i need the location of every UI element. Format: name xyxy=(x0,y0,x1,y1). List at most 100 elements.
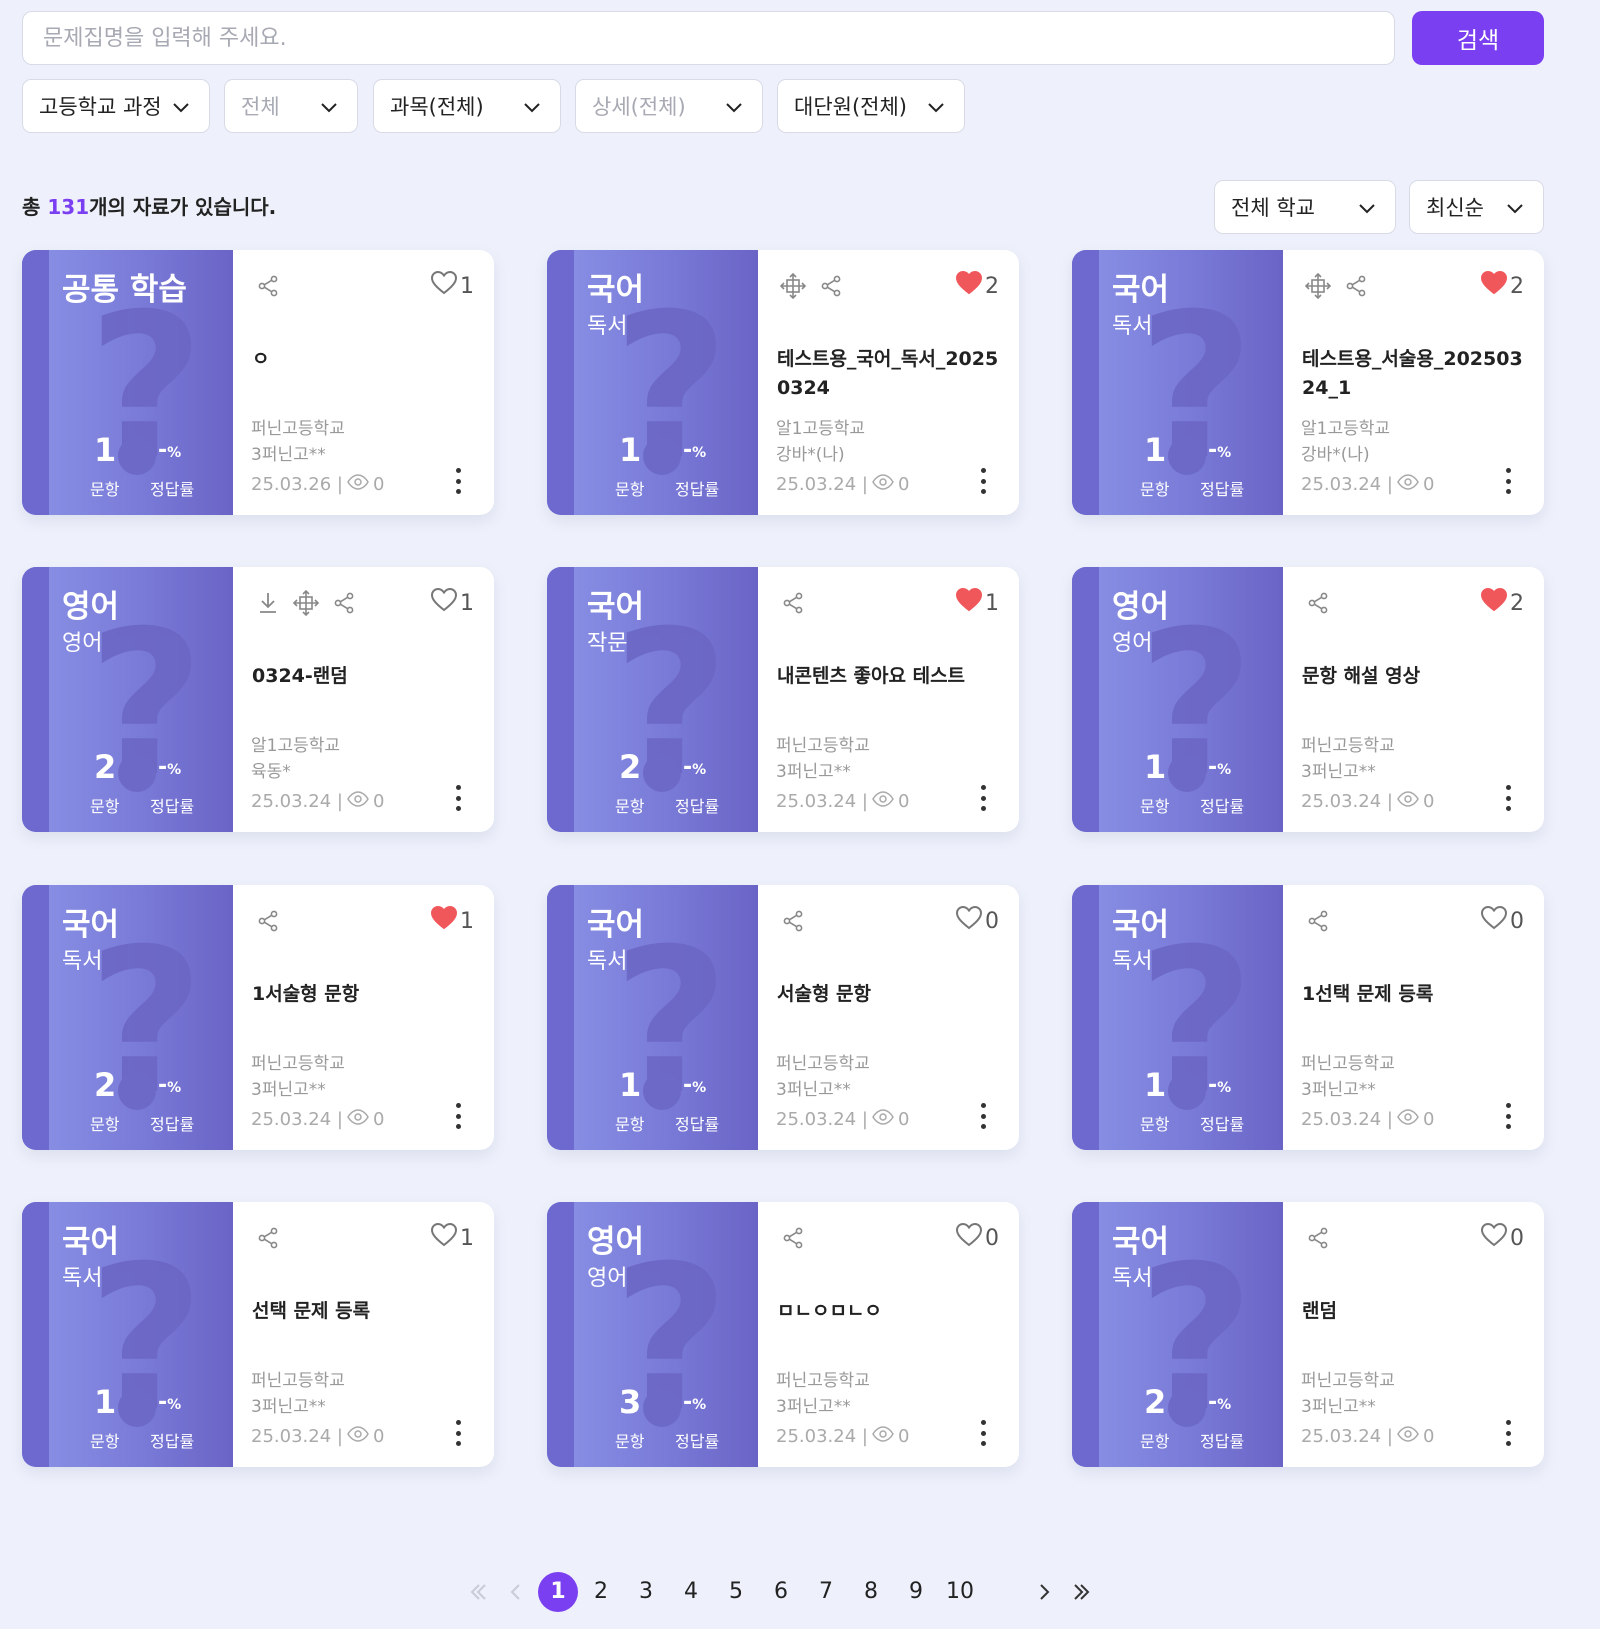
card-title[interactable]: 테스트용_서술용_20250324_1 xyxy=(1302,345,1527,403)
card-author: 강바*(나) xyxy=(1301,445,1370,465)
more-options-icon[interactable] xyxy=(444,465,472,497)
workbook-card[interactable]: ? 국어 독서 2 -% 문항 정답률 1 1서술형 문항 퍼닌고등학교 3퍼닌고** 25.03.2… xyxy=(22,885,494,1150)
like-button[interactable]: 0 xyxy=(955,1222,999,1254)
page-7-button[interactable]: 7 xyxy=(808,1572,844,1612)
like-button[interactable]: 1 xyxy=(430,270,474,302)
school-filter-dropdown[interactable]: 전체 학교 xyxy=(1214,180,1396,234)
correct-rate-label: 정답률 xyxy=(675,1115,720,1134)
like-button[interactable]: 2 xyxy=(1480,587,1524,619)
move-icon[interactable] xyxy=(779,272,807,300)
page-1-button[interactable]: 1 xyxy=(538,1572,578,1612)
more-options-icon[interactable] xyxy=(969,782,997,814)
sort-order-dropdown[interactable]: 최신순 xyxy=(1409,180,1544,234)
share-icon[interactable] xyxy=(255,1225,281,1251)
more-options-icon[interactable] xyxy=(969,1100,997,1132)
share-icon[interactable] xyxy=(1305,1225,1331,1251)
share-icon[interactable] xyxy=(255,908,281,934)
workbook-card[interactable]: ? 국어 작문 2 -% 문항 정답률 1 내콘텐츠 좋아요 테스트 퍼닌고등학교 3퍼닌고** 25… xyxy=(547,567,1019,832)
share-icon[interactable] xyxy=(255,273,281,299)
card-title[interactable]: 문항 해설 영상 xyxy=(1302,662,1527,691)
page-10-button[interactable]: 10 xyxy=(942,1572,978,1612)
workbook-card[interactable]: ? 영어 영어 3 -% 문항 정답률 0 ㅁㄴㅇㅁㄴㅇ 퍼닌고등학교 3퍼닌고** 25.03.24… xyxy=(547,1202,1019,1467)
like-button[interactable]: 0 xyxy=(955,905,999,937)
more-options-icon[interactable] xyxy=(969,465,997,497)
page-6-button[interactable]: 6 xyxy=(763,1572,799,1612)
page-3-button[interactable]: 3 xyxy=(628,1572,664,1612)
page-5-button[interactable]: 5 xyxy=(718,1572,754,1612)
workbook-card[interactable]: ? 국어 독서 1 -% 문항 정답률 2 테스트용_서술용_20250324_1 알1고등학교 강… xyxy=(1072,250,1544,515)
next-page-icon[interactable] xyxy=(1026,1572,1062,1612)
card-title[interactable]: 테스트용_국어_독서_20250324 xyxy=(777,345,1002,403)
share-icon[interactable] xyxy=(780,1225,806,1251)
like-button[interactable]: 2 xyxy=(1480,270,1524,302)
card-title[interactable]: 내콘텐츠 좋아요 테스트 xyxy=(777,662,1002,691)
more-options-icon[interactable] xyxy=(444,782,472,814)
view-count: 0 xyxy=(897,1426,910,1447)
subject-dropdown[interactable]: 과목(전체) xyxy=(373,79,561,133)
share-icon[interactable] xyxy=(780,590,806,616)
unit-dropdown[interactable]: 대단원(전체) xyxy=(777,79,965,133)
share-icon[interactable] xyxy=(1305,908,1331,934)
first-page-icon[interactable] xyxy=(460,1572,496,1612)
more-options-icon[interactable] xyxy=(1494,465,1522,497)
card-title[interactable]: ㅇ xyxy=(252,345,477,374)
search-button[interactable]: 검색 xyxy=(1412,11,1544,65)
rate-circle xyxy=(1168,1389,1206,1427)
correct-rate-unit: % xyxy=(692,762,707,778)
page-2-button[interactable]: 2 xyxy=(583,1572,619,1612)
like-button[interactable]: 0 xyxy=(1480,1222,1524,1254)
share-icon[interactable] xyxy=(331,590,357,616)
card-title[interactable]: 1서술형 문항 xyxy=(252,980,477,1009)
eye-icon xyxy=(343,1426,373,1447)
more-options-icon[interactable] xyxy=(1494,1417,1522,1449)
chevron-down-icon xyxy=(926,97,946,117)
workbook-card[interactable]: ? 영어 영어 1 -% 문항 정답률 2 문항 해설 영상 퍼닌고등학교 3퍼닌고** 25.03.… xyxy=(1072,567,1544,832)
last-page-icon[interactable] xyxy=(1064,1572,1100,1612)
like-button[interactable]: 1 xyxy=(430,587,474,619)
like-button[interactable]: 1 xyxy=(430,905,474,937)
download-icon[interactable] xyxy=(255,590,281,616)
share-icon[interactable] xyxy=(1305,590,1331,616)
view-count: 0 xyxy=(897,474,910,495)
workbook-card[interactable]: ? 국어 독서 1 -% 문항 정답률 1 선택 문제 등록 퍼닌고등학교 3퍼닌고** 25.03.… xyxy=(22,1202,494,1467)
card-actions xyxy=(779,272,844,300)
workbook-card[interactable]: ? 국어 독서 1 -% 문항 정답률 2 테스트용_국어_독서_20250324 알1고등학교 강… xyxy=(547,250,1019,515)
page-4-button[interactable]: 4 xyxy=(673,1572,709,1612)
workbook-card[interactable]: ? 영어 영어 2 -% 문항 정답률 1 0324-랜덤 알1고등학교 육동* 25.03.24 |… xyxy=(22,567,494,832)
card-title[interactable]: 선택 문제 등록 xyxy=(252,1297,477,1326)
share-icon[interactable] xyxy=(780,908,806,934)
card-title[interactable]: 0324-랜덤 xyxy=(252,662,477,691)
workbook-card[interactable]: ? 국어 독서 1 -% 문항 정답률 0 1선택 문제 등록 퍼닌고등학교 3퍼닌고** 25.03… xyxy=(1072,885,1544,1150)
card-title[interactable]: ㅁㄴㅇㅁㄴㅇ xyxy=(777,1297,1002,1326)
page-9-button[interactable]: 9 xyxy=(898,1572,934,1612)
share-icon[interactable] xyxy=(818,273,844,299)
grade-dropdown[interactable]: 전체 xyxy=(224,79,358,133)
more-options-icon[interactable] xyxy=(969,1417,997,1449)
workbook-card[interactable]: ? 국어 독서 2 -% 문항 정답률 0 랜덤 퍼닌고등학교 3퍼닌고** 25.03.24 | 0 xyxy=(1072,1202,1544,1467)
like-button[interactable]: 1 xyxy=(430,1222,474,1254)
like-button[interactable]: 0 xyxy=(1480,905,1524,937)
card-title[interactable]: 서술형 문항 xyxy=(777,980,1002,1009)
move-icon[interactable] xyxy=(292,589,320,617)
workbook-card[interactable]: ? 공통 학습 1 -% 문항 정답률 1 ㅇ 퍼닌고등학교 3퍼닌고** 25.03.26 | 0 xyxy=(22,250,494,515)
more-options-icon[interactable] xyxy=(444,1417,472,1449)
correct-rate: -% xyxy=(158,1390,181,1415)
prev-page-icon[interactable] xyxy=(498,1572,534,1612)
card-title[interactable]: 1선택 문제 등록 xyxy=(1302,980,1527,1009)
search-input[interactable] xyxy=(22,11,1395,65)
like-button[interactable]: 2 xyxy=(955,270,999,302)
move-icon[interactable] xyxy=(1304,272,1332,300)
eye-icon xyxy=(343,1109,373,1130)
course-dropdown[interactable]: 고등학교 과정 xyxy=(22,79,210,133)
questions-label: 문항 xyxy=(1140,1115,1170,1134)
workbook-card[interactable]: ? 국어 독서 1 -% 문항 정답률 0 서술형 문항 퍼닌고등학교 3퍼닌고** 25.03.24… xyxy=(547,885,1019,1150)
card-title[interactable]: 랜덤 xyxy=(1302,1297,1527,1326)
detail-dropdown[interactable]: 상세(전체) xyxy=(575,79,763,133)
like-button[interactable]: 1 xyxy=(955,587,999,619)
more-options-icon[interactable] xyxy=(444,1100,472,1132)
page-8-button[interactable]: 8 xyxy=(853,1572,889,1612)
more-options-icon[interactable] xyxy=(1494,1100,1522,1132)
more-options-icon[interactable] xyxy=(1494,782,1522,814)
correct-rate-value: - xyxy=(158,1073,168,1098)
share-icon[interactable] xyxy=(1343,273,1369,299)
